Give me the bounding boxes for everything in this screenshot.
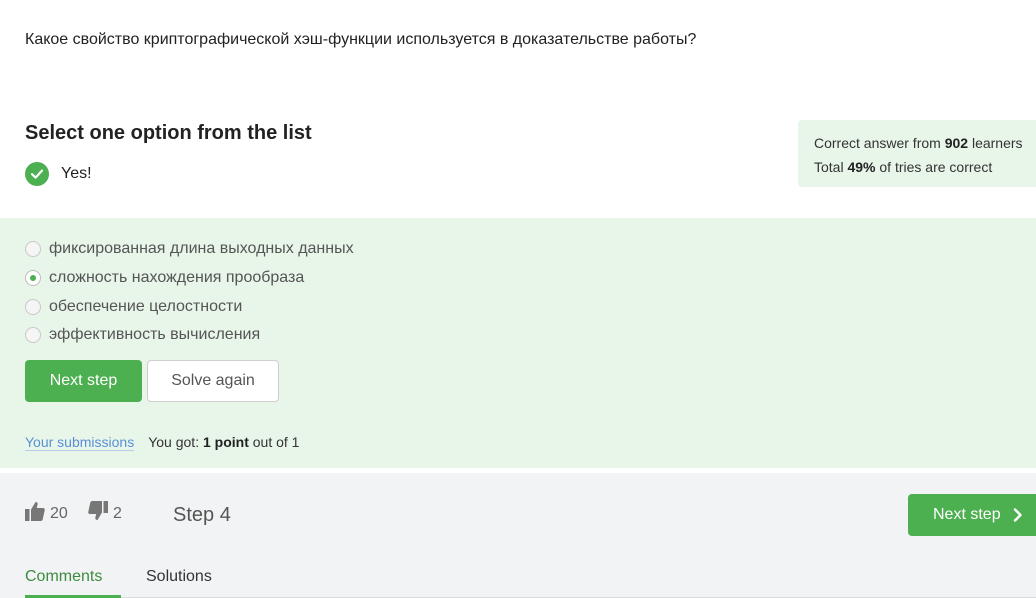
option-label: фиксированная длина выходных данных — [49, 240, 354, 258]
stats-learners-count: 902 — [944, 135, 969, 151]
thumbs-up-icon — [25, 501, 45, 526]
like-count: 20 — [50, 504, 68, 522]
step-label: Step 4 — [173, 504, 231, 526]
checkmark-icon — [25, 162, 49, 186]
chevron-right-icon — [1013, 508, 1023, 522]
stats-percent-prefix: Total — [814, 159, 844, 175]
option-item[interactable]: обеспечение целостности — [25, 292, 354, 321]
answer-panel: фиксированная длина выходных данных слож… — [0, 218, 1036, 468]
option-label: сложность нахождения прообраза — [49, 269, 305, 287]
discussion-tabs: Comments Solutions — [25, 568, 212, 598]
stats-learners-prefix: Correct answer from — [814, 135, 941, 151]
dislike-button[interactable]: 2 — [88, 501, 122, 526]
thumbs-down-icon — [88, 501, 108, 526]
stats-learners-suffix: learners — [971, 135, 1023, 151]
option-label: эффективность вычисления — [49, 326, 261, 344]
footer-next-step-button[interactable]: Next step — [908, 494, 1036, 536]
radio-button[interactable] — [25, 327, 41, 344]
stats-percent-value: 49% — [847, 159, 876, 175]
result-status: Yes! — [25, 162, 92, 186]
submissions-row: Your submissions You got: 1 point out of… — [25, 434, 299, 451]
option-label: обеспечение целостности — [49, 297, 243, 315]
score-prefix: You got: — [148, 434, 200, 450]
footer-next-step-label: Next step — [933, 506, 1001, 523]
tab-comments[interactable]: Comments — [25, 568, 121, 598]
radio-button-selected[interactable] — [25, 270, 41, 287]
stats-percent-line: Total 49% of tries are correct — [814, 155, 1036, 179]
answer-stats: Correct answer from 902 learners Total 4… — [798, 120, 1036, 187]
radio-button[interactable] — [25, 241, 41, 258]
question-text: Какое свойство криптографической хэш-фун… — [25, 31, 697, 48]
score-points: 1 point — [202, 434, 249, 450]
score-text: You got: 1 point out of 1 — [148, 434, 299, 450]
score-suffix: out of 1 — [252, 434, 300, 450]
option-item-selected[interactable]: сложность нахождения прообраза — [25, 264, 354, 293]
stats-learners-line: Correct answer from 902 learners — [814, 131, 1036, 155]
solve-again-button[interactable]: Solve again — [147, 360, 279, 402]
option-item[interactable]: фиксированная длина выходных данных — [25, 235, 354, 264]
result-label: Yes! — [61, 165, 92, 182]
dislike-count: 2 — [113, 504, 122, 522]
option-item[interactable]: эффективность вычисления — [25, 321, 354, 350]
next-step-button[interactable]: Next step — [25, 360, 142, 402]
your-submissions-link[interactable]: Your submissions — [25, 434, 135, 451]
step-footer: 20 2 Step 4 Next step Comments Solutions — [0, 473, 1036, 598]
like-button[interactable]: 20 — [25, 501, 68, 526]
radio-button[interactable] — [25, 298, 41, 315]
tab-solutions[interactable]: Solutions — [146, 568, 212, 598]
stats-percent-suffix: of tries are correct — [879, 159, 993, 175]
options-list: фиксированная длина выходных данных слож… — [25, 235, 354, 350]
instruction-title: Select one option from the list — [25, 122, 312, 144]
